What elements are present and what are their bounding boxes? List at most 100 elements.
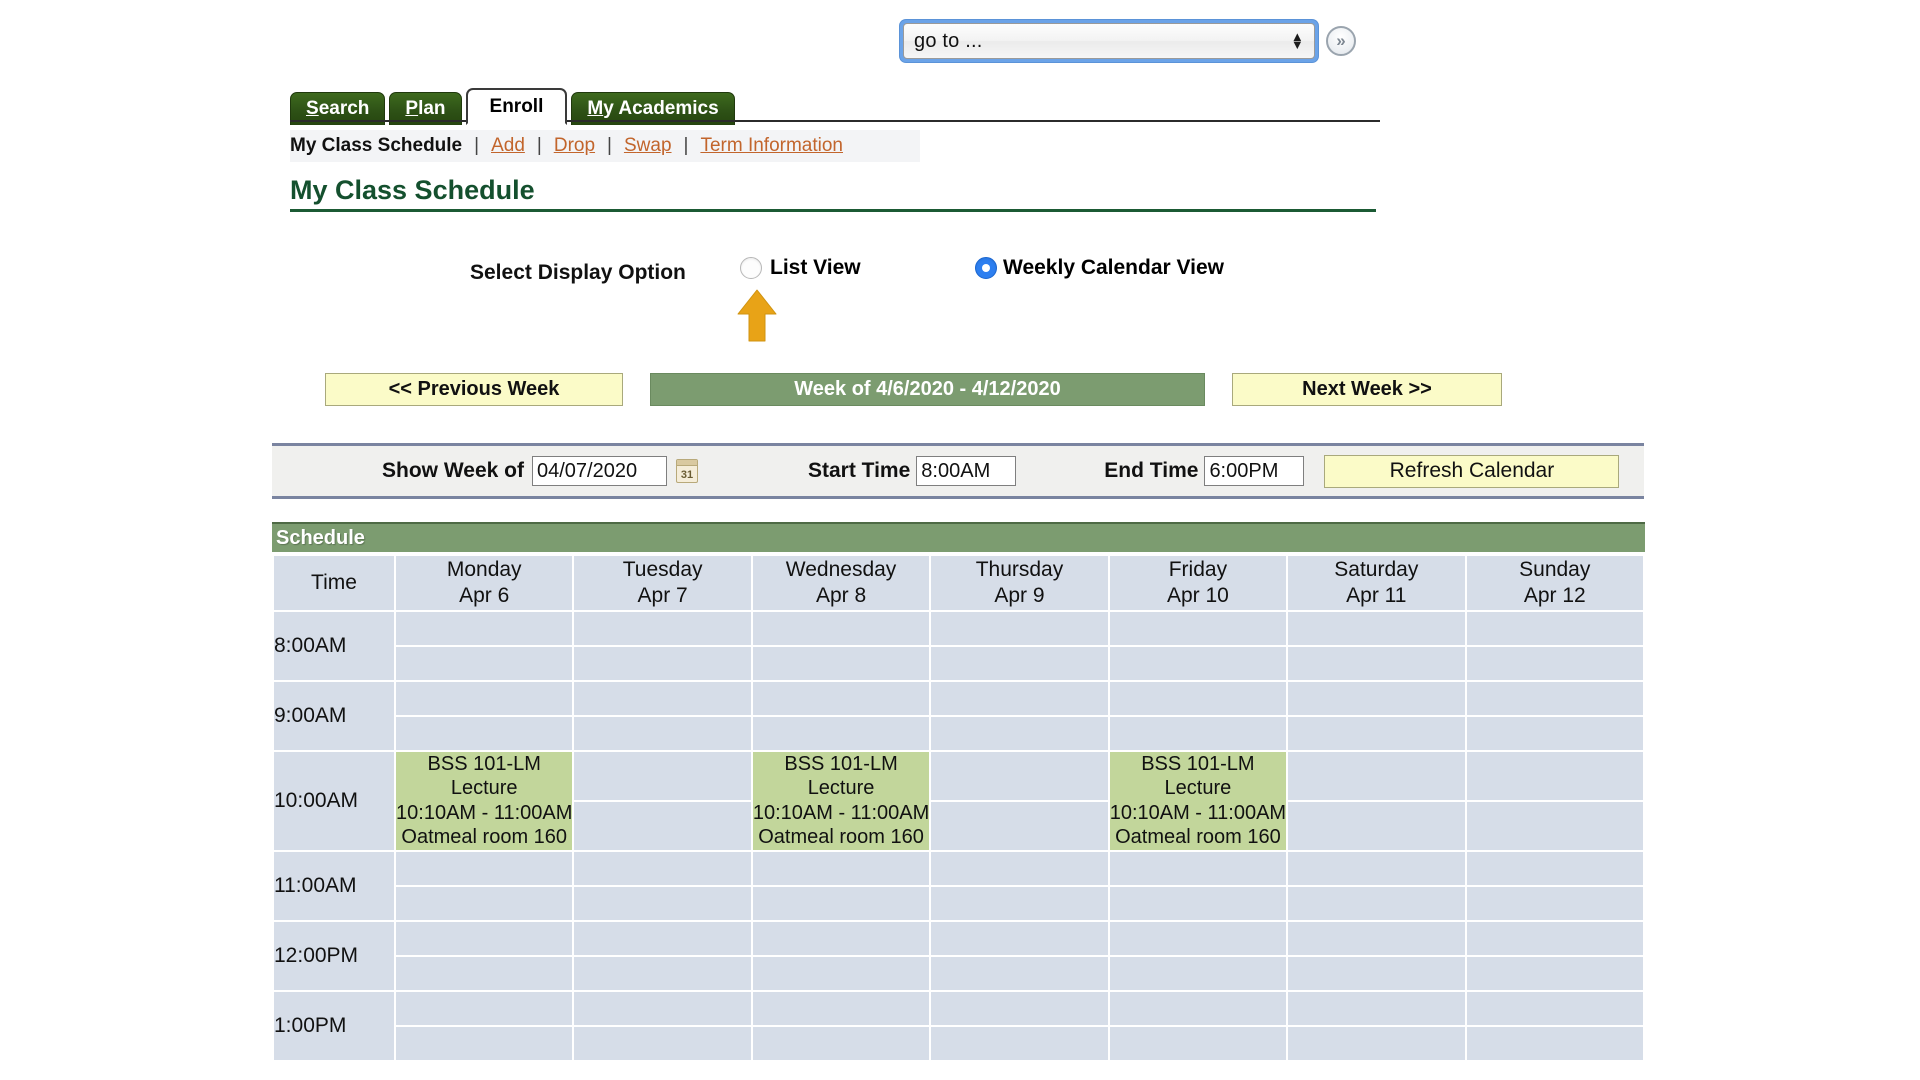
calendar-slot[interactable]: [1109, 717, 1287, 750]
calendar-slot[interactable]: [752, 956, 930, 990]
show-week-of-input[interactable]: 04/07/2020: [531, 456, 667, 486]
calendar-slot[interactable]: [574, 1026, 751, 1060]
calendar-slot[interactable]: [1466, 851, 1643, 885]
radio-weekly-calendar-view[interactable]: [975, 257, 997, 279]
calendar-slot[interactable]: [396, 647, 573, 680]
calendar-slot[interactable]: [931, 956, 1108, 990]
calendar-event-block[interactable]: BSS 101-LM Lecture 10:10AM - 11:00AM Oatmea…: [752, 752, 930, 850]
calendar-slot[interactable]: [574, 647, 751, 680]
calendar-slot[interactable]: [1466, 801, 1643, 850]
calendar-slot[interactable]: [1109, 956, 1287, 990]
calendar-slot[interactable]: [1288, 682, 1465, 715]
calendar-slot[interactable]: [752, 921, 930, 955]
calendar-slot[interactable]: [1288, 717, 1465, 750]
calendar-slot[interactable]: [574, 612, 751, 645]
calendar-slot[interactable]: [931, 921, 1108, 955]
calendar-slot[interactable]: [396, 717, 573, 750]
calendar-slot[interactable]: [1288, 647, 1465, 680]
calendar-slot[interactable]: [574, 801, 751, 850]
calendar-slot[interactable]: [752, 612, 930, 645]
calendar-slot[interactable]: [1288, 1026, 1465, 1060]
calendar-slot[interactable]: [574, 752, 751, 800]
next-week-button[interactable]: Next Week >>: [1232, 373, 1502, 406]
calendar-slot[interactable]: [396, 682, 573, 715]
calendar-slot[interactable]: [1466, 991, 1643, 1025]
spinner-up-down-icon[interactable]: ▲ ▼: [1291, 30, 1304, 51]
calendar-slot[interactable]: [931, 801, 1108, 850]
calendar-slot[interactable]: [1466, 717, 1643, 750]
calendar-slot[interactable]: [752, 647, 930, 680]
calendar-slot[interactable]: [396, 1026, 573, 1060]
calendar-slot[interactable]: [1109, 612, 1287, 645]
calendar-slot[interactable]: [1288, 921, 1465, 955]
calendar-slot[interactable]: [1466, 886, 1643, 920]
calendar-slot[interactable]: [574, 886, 751, 920]
display-option-list-view[interactable]: List View: [740, 256, 861, 280]
calendar-slot[interactable]: [396, 851, 573, 885]
calendar-slot[interactable]: [1109, 991, 1287, 1025]
calendar-slot[interactable]: [1109, 647, 1287, 680]
calendar-slot[interactable]: [931, 752, 1108, 800]
calendar-slot[interactable]: [1288, 851, 1465, 885]
calendar-slot[interactable]: [1466, 921, 1643, 955]
calendar-slot[interactable]: [752, 886, 930, 920]
calendar-slot[interactable]: [1288, 991, 1465, 1025]
calendar-slot[interactable]: [931, 851, 1108, 885]
calendar-slot[interactable]: [396, 886, 573, 920]
calendar-slot[interactable]: [1288, 956, 1465, 990]
calendar-slot[interactable]: [931, 647, 1108, 680]
subnav-link-drop[interactable]: Drop: [554, 135, 595, 157]
calendar-slot[interactable]: [752, 717, 930, 750]
calendar-slot[interactable]: [1109, 886, 1287, 920]
calendar-slot[interactable]: [574, 682, 751, 715]
calendar-slot[interactable]: [752, 991, 930, 1025]
calendar-slot[interactable]: [574, 991, 751, 1025]
subnav-link-swap[interactable]: Swap: [624, 135, 672, 157]
subnav-link-term-information[interactable]: Term Information: [700, 135, 843, 157]
tab-enroll[interactable]: Enroll: [465, 88, 568, 125]
calendar-slot[interactable]: [931, 991, 1108, 1025]
calendar-slot[interactable]: [574, 921, 751, 955]
calendar-slot[interactable]: [1109, 921, 1287, 955]
calendar-slot[interactable]: [752, 1026, 930, 1060]
calendar-slot[interactable]: [574, 717, 751, 750]
calendar-slot[interactable]: [1109, 682, 1287, 715]
double-chevron-right-icon[interactable]: »: [1326, 26, 1356, 56]
calendar-slot[interactable]: [1288, 752, 1465, 800]
start-time-input[interactable]: 8:00AM: [916, 456, 1017, 486]
subnav-link-add[interactable]: Add: [491, 135, 525, 157]
calendar-picker-icon[interactable]: 31: [675, 459, 698, 483]
calendar-slot[interactable]: [1466, 1026, 1643, 1060]
calendar-slot[interactable]: [1109, 1026, 1287, 1060]
calendar-slot[interactable]: [574, 851, 751, 885]
refresh-calendar-button[interactable]: Refresh Calendar: [1324, 454, 1620, 488]
calendar-slot[interactable]: [931, 1026, 1108, 1060]
calendar-slot[interactable]: [396, 991, 573, 1025]
calendar-slot[interactable]: [752, 682, 930, 715]
calendar-slot[interactable]: [931, 682, 1108, 715]
calendar-slot[interactable]: [1466, 612, 1643, 645]
calendar-event-block[interactable]: BSS 101-LM Lecture 10:10AM - 11:00AM Oatmea…: [1109, 752, 1287, 850]
calendar-slot[interactable]: [752, 851, 930, 885]
calendar-slot[interactable]: [1288, 801, 1465, 850]
calendar-event-block[interactable]: BSS 101-LM Lecture 10:10AM - 11:00AM Oatmea…: [396, 752, 573, 850]
calendar-slot[interactable]: [1288, 612, 1465, 645]
calendar-slot[interactable]: [931, 717, 1108, 750]
end-time-input[interactable]: 6:00PM: [1204, 456, 1305, 486]
calendar-slot[interactable]: [1288, 886, 1465, 920]
calendar-slot[interactable]: [396, 956, 573, 990]
calendar-slot[interactable]: [396, 612, 573, 645]
previous-week-button[interactable]: << Previous Week: [325, 373, 623, 406]
calendar-slot[interactable]: [931, 886, 1108, 920]
calendar-slot[interactable]: [1466, 752, 1643, 800]
calendar-slot[interactable]: [1466, 682, 1643, 715]
calendar-slot[interactable]: [1466, 647, 1643, 680]
calendar-slot[interactable]: [396, 921, 573, 955]
radio-list-view[interactable]: [740, 257, 762, 279]
calendar-slot[interactable]: [574, 956, 751, 990]
display-option-weekly-calendar-view[interactable]: Weekly Calendar View: [975, 256, 1224, 280]
calendar-slot[interactable]: [931, 612, 1108, 645]
goto-select[interactable]: go to ... ▲ ▼: [903, 23, 1315, 59]
calendar-slot[interactable]: [1109, 851, 1287, 885]
calendar-slot[interactable]: [1466, 956, 1643, 990]
